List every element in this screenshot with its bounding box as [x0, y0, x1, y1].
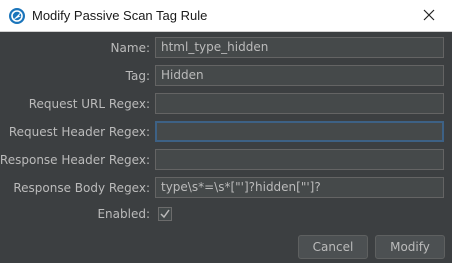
modify-rule-dialog: Modify Passive Scan Tag Rule Name: html_… [0, 0, 452, 263]
name-label: Name: [110, 41, 150, 55]
response-header-regex-field[interactable] [155, 149, 444, 170]
name-field[interactable]: html_type_hidden [155, 37, 444, 58]
request-header-regex-label: Request Header Regex: [8, 125, 150, 139]
request-url-regex-label: Request URL Regex: [28, 97, 150, 111]
window-title: Modify Passive Scan Tag Rule [32, 8, 208, 23]
enabled-label: Enabled: [97, 207, 150, 221]
request-header-regex-field[interactable] [155, 121, 444, 142]
tag-field[interactable]: Hidden [155, 65, 444, 86]
response-body-regex-label: Response Body Regex: [13, 181, 150, 195]
request-url-regex-field[interactable] [155, 93, 444, 114]
response-header-regex-label: Response Header Regex: [0, 153, 150, 167]
cancel-button[interactable]: Cancel [298, 235, 368, 259]
response-body-regex-field[interactable]: type\s*=\s*["']?hidden["']? [155, 177, 444, 198]
close-button[interactable] [406, 0, 452, 31]
modify-button[interactable]: Modify [375, 235, 445, 259]
checkmark-icon [160, 209, 170, 219]
zap-logo-icon [8, 7, 26, 25]
enabled-checkbox[interactable] [158, 207, 172, 221]
form-panel: Name: html_type_hidden Tag: Hidden Reque… [0, 32, 452, 263]
title-bar[interactable]: Modify Passive Scan Tag Rule [0, 0, 452, 32]
tag-label: Tag: [125, 69, 150, 83]
close-icon [423, 9, 435, 21]
